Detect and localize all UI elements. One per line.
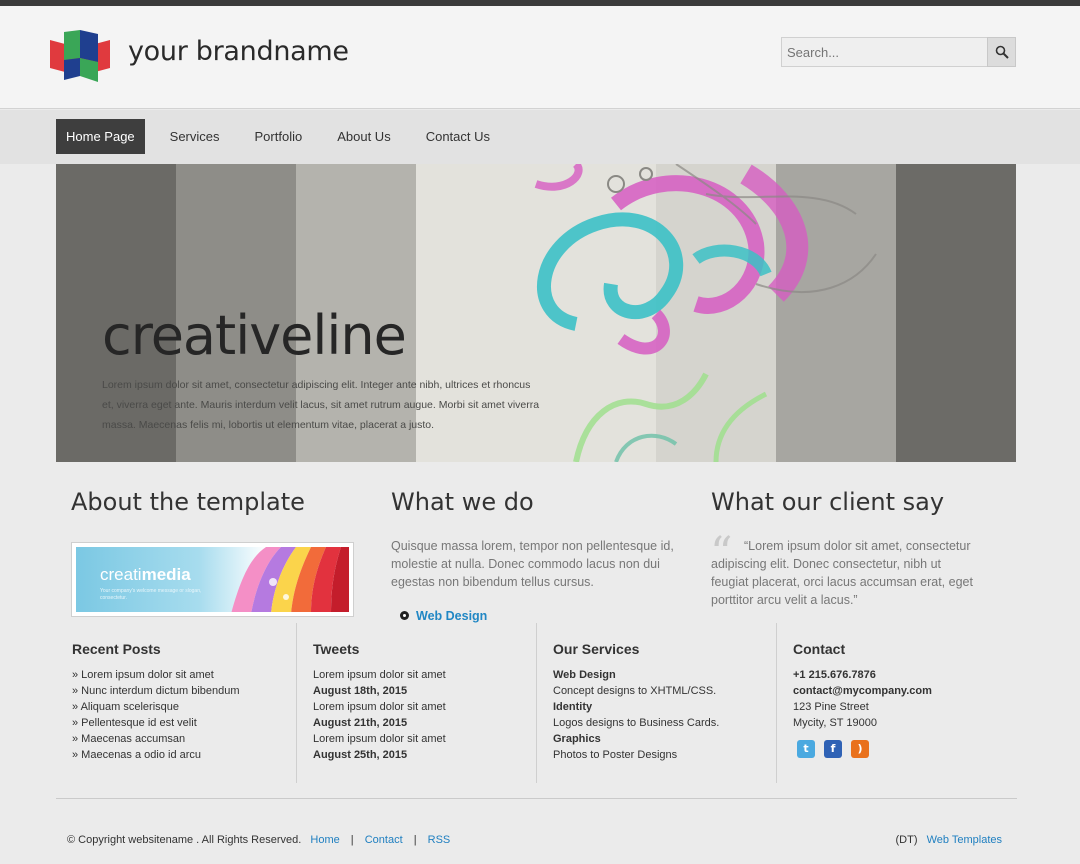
main-navigation: Home Page Services Portfolio About Us Contac… [0, 110, 1080, 164]
recent-post-link[interactable]: » Lorem ipsum dolor sit amet [72, 667, 240, 683]
service-description: Logos designs to Business Cards. [553, 717, 720, 729]
credit-prefix: (DT) [895, 834, 918, 846]
banner-image: creatimedia Your company's welcome messa… [76, 547, 349, 612]
banner-text-light: creati [100, 565, 142, 584]
facebook-icon-glyph: f [830, 742, 836, 755]
twitter-icon-glyph: t [803, 742, 809, 755]
footer-divider [56, 798, 1017, 799]
nav-item-contact-us[interactable]: Contact Us [416, 119, 500, 154]
tweet-date: August 21th, 2015 [313, 717, 408, 729]
brand-name[interactable]: your brandname [128, 36, 349, 67]
contact-city: Mycity, ST 19000 [793, 717, 877, 729]
tweet-text: Lorem ipsum dolor sit amet [313, 733, 446, 745]
search-button[interactable] [987, 37, 1016, 67]
nav-item-portfolio[interactable]: Portfolio [245, 119, 313, 154]
nav-item-services[interactable]: Services [160, 119, 230, 154]
tweet-text: Lorem ipsum dolor sit amet [313, 701, 446, 713]
footer-separator: | [413, 834, 417, 846]
rss-icon-glyph: ) [857, 742, 863, 755]
recent-post-link[interactable]: » Maecenas a odio id arcu [72, 747, 240, 763]
recent-post-link[interactable]: » Aliquam scelerisque [72, 699, 240, 715]
footer-separator: | [350, 834, 354, 846]
tweet-date: August 18th, 2015 [313, 685, 408, 697]
brand-logo-icon[interactable] [50, 30, 110, 84]
recent-post-link[interactable]: » Nunc interdum dictum bibendum [72, 683, 240, 699]
about-banner[interactable]: creatimedia Your company's welcome messa… [71, 542, 354, 617]
service-name: Web Design [553, 669, 616, 681]
services-title: Our Services [553, 641, 640, 657]
bullet-icon [400, 611, 409, 620]
search-icon [995, 45, 1009, 59]
footer-link-rss[interactable]: RSS [428, 834, 451, 846]
facebook-icon[interactable]: f [824, 740, 842, 758]
whatwedo-title: What we do [391, 488, 534, 516]
tweet-text: Lorem ipsum dolor sit amet [313, 669, 446, 681]
copyright-text: © Copyright websitename . All Rights Res… [67, 834, 302, 846]
recent-posts-column: Recent Posts » Lorem ipsum dolor sit ame… [56, 623, 296, 783]
contact-title: Contact [793, 641, 846, 657]
recent-post-link[interactable]: » Maecenas accumsan [72, 731, 240, 747]
contact-phone: +1 215.676.7876 [793, 669, 876, 681]
rss-icon[interactable]: ) [851, 740, 869, 758]
tweets-column: Tweets Lorem ipsum dolor sit amet August … [296, 623, 536, 783]
whatwedo-text: Quisque massa lorem, tempor non pellente… [391, 539, 674, 589]
contact-column: Contact +1 215.676.7876 contact@mycompan… [776, 623, 1016, 783]
web-templates-link[interactable]: Web Templates [927, 834, 1002, 846]
nav-item-home-page[interactable]: Home Page [56, 119, 145, 154]
footer-link-home[interactable]: Home [310, 834, 339, 846]
search-box [781, 37, 1016, 67]
tweets-title: Tweets [313, 641, 360, 657]
web-design-link-label: Web Design [416, 609, 488, 623]
about-title: About the template [71, 488, 305, 516]
hero-text: Lorem ipsum dolor sit amet, consectetur … [102, 379, 540, 431]
client-title: What our client say [711, 488, 945, 516]
service-name: Graphics [553, 733, 601, 745]
footer-copyright: © Copyright websitename . All Rights Res… [67, 834, 450, 846]
footer-link-contact[interactable]: Contact [365, 834, 403, 846]
hero-slider: creativeline Lorem ipsum dolor sit amet,… [56, 164, 1016, 462]
search-input[interactable] [781, 37, 988, 67]
nav-item-about-us[interactable]: About Us [327, 119, 400, 154]
footer-credits: (DT) Web Templates [896, 834, 1002, 846]
banner-text-bold: media [141, 565, 191, 584]
client-quote: “Lorem ipsum dolor sit amet, consectetur… [711, 539, 973, 607]
header: your brandname [0, 6, 1080, 109]
twitter-icon[interactable]: t [797, 740, 815, 758]
recent-posts-title: Recent Posts [72, 641, 161, 657]
web-design-link[interactable]: Web Design [400, 609, 487, 623]
service-description: Concept designs to XHTML/CSS. [553, 685, 717, 697]
service-name: Identity [553, 701, 593, 713]
service-description: Photos to Poster Designs [553, 749, 678, 761]
contact-email[interactable]: contact@mycompany.com [793, 683, 932, 699]
hero-title: creativeline [102, 304, 407, 367]
banner-tagline: Your company's welcome message or slogan… [100, 588, 202, 601]
services-column: Our Services Web Design Concept designs t… [536, 623, 776, 783]
contact-street: 123 Pine Street [793, 701, 869, 713]
banner-rainbow-graphic [231, 547, 349, 612]
recent-post-link[interactable]: » Pellentesque id est velit [72, 715, 240, 731]
tweet-date: August 25th, 2015 [313, 749, 408, 761]
